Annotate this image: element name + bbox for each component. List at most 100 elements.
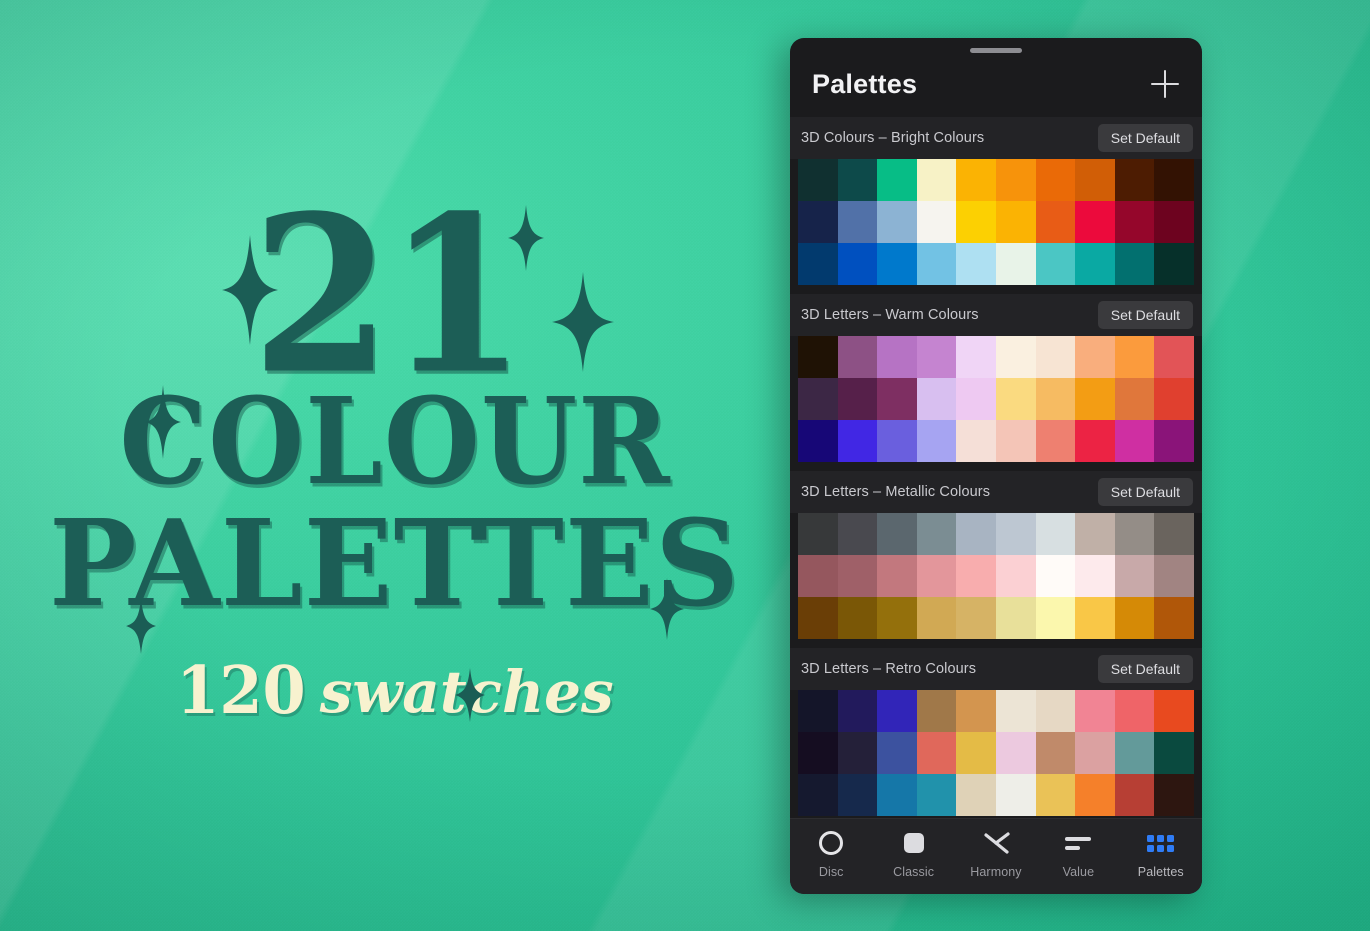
swatch-grid[interactable] <box>798 336 1194 462</box>
color-swatch[interactable] <box>995 201 1036 243</box>
color-swatch[interactable] <box>1154 690 1194 732</box>
color-swatch[interactable] <box>1035 243 1076 285</box>
color-swatch[interactable] <box>877 159 917 201</box>
color-swatch[interactable] <box>1075 774 1115 816</box>
color-swatch[interactable] <box>956 201 996 243</box>
swatch-grid[interactable] <box>798 690 1194 816</box>
set-default-button[interactable]: Set Default <box>1097 124 1193 152</box>
color-swatch[interactable] <box>798 420 838 462</box>
color-swatch[interactable] <box>1035 690 1076 732</box>
color-swatch[interactable] <box>1114 597 1155 639</box>
color-swatch[interactable] <box>1075 513 1115 555</box>
color-swatch[interactable] <box>956 690 996 732</box>
color-swatch[interactable] <box>1035 378 1076 420</box>
color-swatch[interactable] <box>877 243 917 285</box>
color-swatch[interactable] <box>1154 555 1194 597</box>
palette-list[interactable]: 3D Colours – Bright Colours Set Default … <box>790 117 1202 818</box>
color-swatch[interactable] <box>837 201 878 243</box>
color-swatch[interactable] <box>1154 201 1194 243</box>
color-swatch[interactable] <box>837 420 878 462</box>
color-swatch[interactable] <box>916 555 957 597</box>
color-swatch[interactable] <box>995 732 1036 774</box>
tab-classic[interactable]: Classic <box>878 830 950 879</box>
color-swatch[interactable] <box>837 159 878 201</box>
color-swatch[interactable] <box>1154 774 1194 816</box>
color-swatch[interactable] <box>798 690 838 732</box>
color-swatch[interactable] <box>798 336 838 378</box>
color-swatch[interactable] <box>1035 732 1076 774</box>
tab-value[interactable]: Value <box>1042 830 1114 879</box>
color-swatch[interactable] <box>1035 774 1076 816</box>
color-swatch[interactable] <box>1075 336 1115 378</box>
color-swatch[interactable] <box>1154 378 1194 420</box>
color-swatch[interactable] <box>837 732 878 774</box>
color-swatch[interactable] <box>798 732 838 774</box>
color-swatch[interactable] <box>798 378 838 420</box>
color-swatch[interactable] <box>1154 513 1194 555</box>
color-swatch[interactable] <box>837 555 878 597</box>
color-swatch[interactable] <box>1114 243 1155 285</box>
color-swatch[interactable] <box>956 420 996 462</box>
color-swatch[interactable] <box>995 159 1036 201</box>
color-swatch[interactable] <box>995 597 1036 639</box>
color-swatch[interactable] <box>956 597 996 639</box>
color-swatch[interactable] <box>1075 420 1115 462</box>
color-swatch[interactable] <box>1075 378 1115 420</box>
color-swatch[interactable] <box>916 732 957 774</box>
color-swatch[interactable] <box>837 690 878 732</box>
color-swatch[interactable] <box>1114 201 1155 243</box>
color-swatch[interactable] <box>877 555 917 597</box>
color-swatch[interactable] <box>877 420 917 462</box>
color-swatch[interactable] <box>1114 690 1155 732</box>
color-swatch[interactable] <box>837 336 878 378</box>
color-swatch[interactable] <box>1075 243 1115 285</box>
color-swatch[interactable] <box>1075 201 1115 243</box>
color-swatch[interactable] <box>956 378 996 420</box>
color-swatch[interactable] <box>916 336 957 378</box>
tab-harmony[interactable]: Harmony <box>960 830 1032 879</box>
color-swatch[interactable] <box>1075 597 1115 639</box>
color-swatch[interactable] <box>995 420 1036 462</box>
color-swatch[interactable] <box>1114 378 1155 420</box>
color-swatch[interactable] <box>995 690 1036 732</box>
color-swatch[interactable] <box>916 690 957 732</box>
color-swatch[interactable] <box>995 243 1036 285</box>
color-swatch[interactable] <box>995 513 1036 555</box>
color-swatch[interactable] <box>916 420 957 462</box>
swatch-grid[interactable] <box>798 159 1194 285</box>
color-swatch[interactable] <box>837 243 878 285</box>
color-swatch[interactable] <box>956 336 996 378</box>
color-swatch[interactable] <box>1154 732 1194 774</box>
color-swatch[interactable] <box>877 513 917 555</box>
color-swatch[interactable] <box>956 732 996 774</box>
color-swatch[interactable] <box>956 159 996 201</box>
color-swatch[interactable] <box>798 201 838 243</box>
color-swatch[interactable] <box>1035 420 1076 462</box>
swatch-grid[interactable] <box>798 513 1194 639</box>
color-swatch[interactable] <box>1114 555 1155 597</box>
color-swatch[interactable] <box>1075 690 1115 732</box>
color-swatch[interactable] <box>837 378 878 420</box>
color-swatch[interactable] <box>916 513 957 555</box>
color-swatch[interactable] <box>877 774 917 816</box>
set-default-button[interactable]: Set Default <box>1097 478 1193 506</box>
color-swatch[interactable] <box>1035 555 1076 597</box>
color-swatch[interactable] <box>1075 732 1115 774</box>
color-swatch[interactable] <box>995 336 1036 378</box>
color-swatch[interactable] <box>1035 336 1076 378</box>
color-swatch[interactable] <box>1035 201 1076 243</box>
color-swatch[interactable] <box>798 555 838 597</box>
color-swatch[interactable] <box>956 774 996 816</box>
color-swatch[interactable] <box>1114 732 1155 774</box>
color-swatch[interactable] <box>1154 336 1194 378</box>
set-default-button[interactable]: Set Default <box>1097 301 1193 329</box>
color-swatch[interactable] <box>916 159 957 201</box>
color-swatch[interactable] <box>916 774 957 816</box>
tab-palettes[interactable]: Palettes <box>1125 830 1197 879</box>
color-swatch[interactable] <box>1114 513 1155 555</box>
color-swatch[interactable] <box>1114 159 1155 201</box>
color-swatch[interactable] <box>1035 597 1076 639</box>
color-swatch[interactable] <box>798 243 838 285</box>
plus-icon[interactable] <box>1148 67 1182 101</box>
color-swatch[interactable] <box>956 555 996 597</box>
